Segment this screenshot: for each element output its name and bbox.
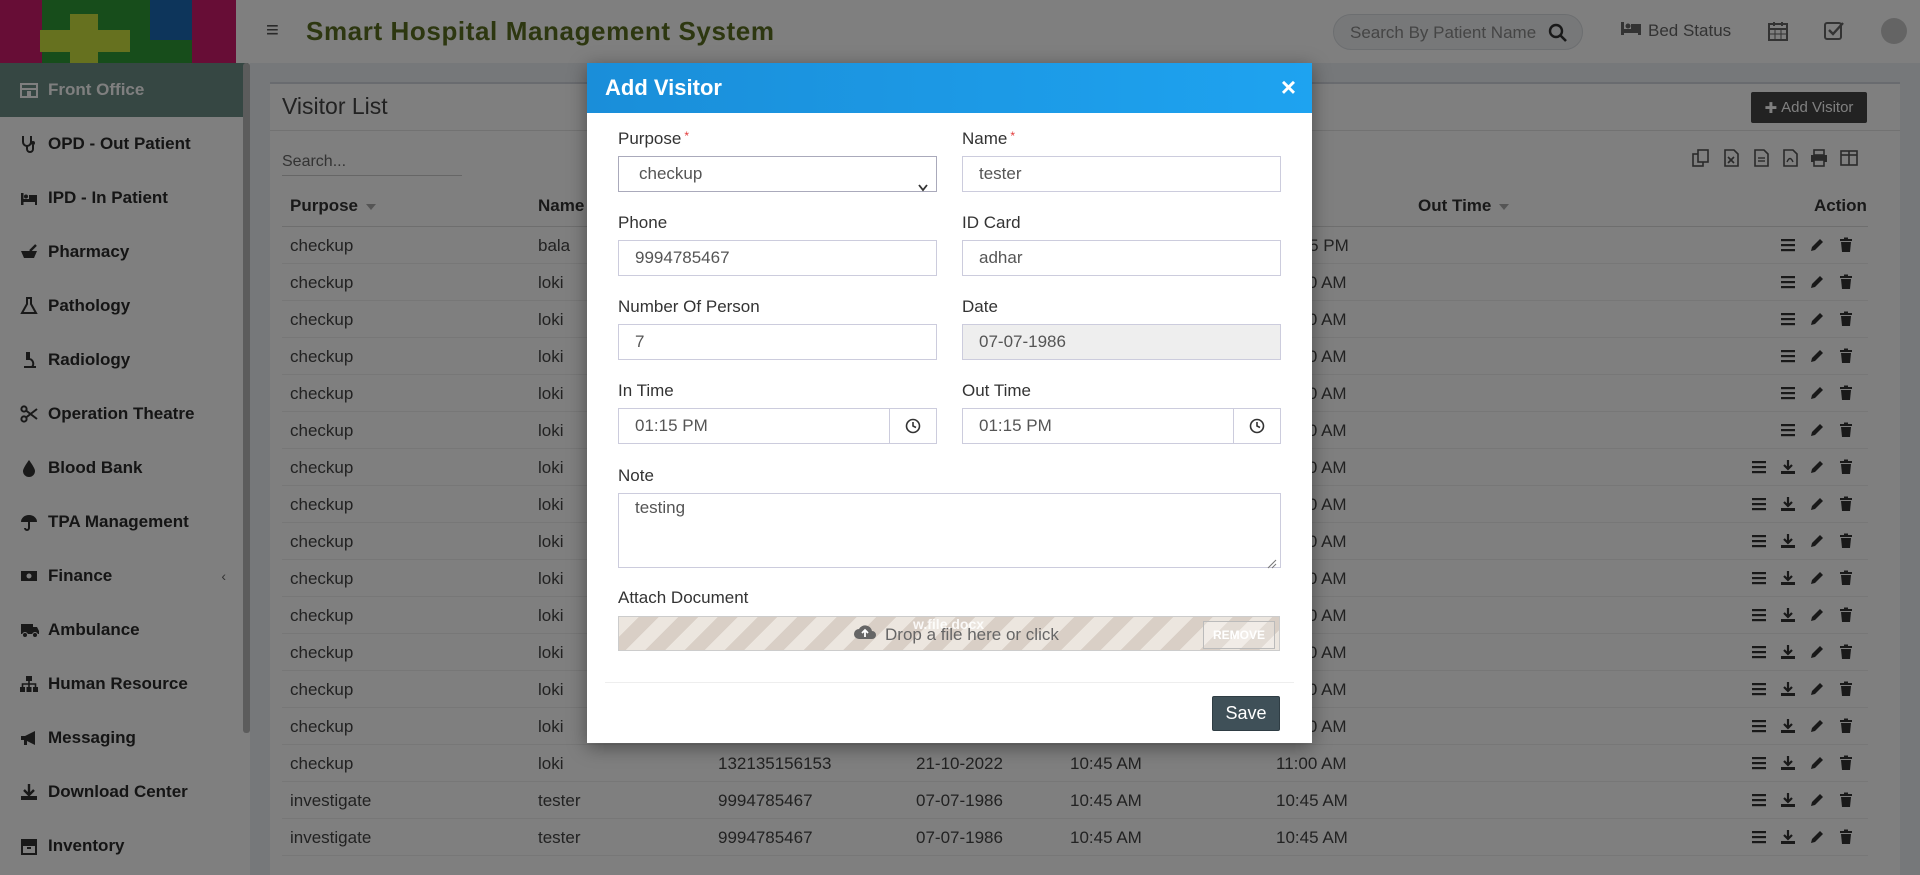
phone-field[interactable]: 9994785467 [618, 240, 937, 276]
persons-field[interactable]: 7 [618, 324, 937, 360]
phone-label: Phone [618, 213, 668, 232]
close-icon[interactable]: × [1281, 74, 1296, 100]
clock-icon[interactable] [1233, 408, 1281, 444]
note-textarea[interactable]: testing [618, 493, 1281, 569]
clock-icon[interactable] [889, 408, 937, 444]
modal-title: Add Visitor [605, 75, 722, 100]
id-card-field[interactable]: adhar [962, 240, 1281, 276]
out-time-field[interactable]: 01:15 PM [962, 408, 1234, 444]
name-field[interactable]: tester [962, 156, 1281, 192]
divider [605, 682, 1294, 683]
file-dropzone[interactable]: w.file.docx Drop a file here or click RE… [618, 616, 1280, 651]
modal-header: Add Visitor × [587, 63, 1312, 113]
add-visitor-modal: Add Visitor × Purpose * checkup Name * tes… [587, 63, 1312, 743]
id-card-label: ID Card [962, 213, 1021, 232]
chevron-down-icon [918, 170, 928, 192]
remove-file-button[interactable]: REMOVE [1203, 621, 1275, 649]
purpose-label: Purpose * [618, 129, 689, 148]
dropzone-message: Drop a file here or click [853, 623, 1059, 646]
name-label: Name * [962, 129, 1016, 148]
attach-label: Attach Document [618, 588, 749, 607]
in-time-field[interactable]: 01:15 PM [618, 408, 890, 444]
date-field[interactable]: 07-07-1986 [962, 324, 1281, 360]
date-label: Date [962, 297, 998, 316]
purpose-select[interactable]: checkup [618, 156, 937, 192]
out-time-label: Out Time [962, 381, 1031, 400]
persons-label: Number Of Person [618, 297, 760, 316]
in-time-label: In Time [618, 381, 674, 400]
cloud-upload-icon [853, 623, 877, 646]
save-button[interactable]: Save [1212, 696, 1280, 731]
note-label: Note [618, 466, 654, 485]
resize-grip-icon[interactable] [1267, 554, 1277, 569]
